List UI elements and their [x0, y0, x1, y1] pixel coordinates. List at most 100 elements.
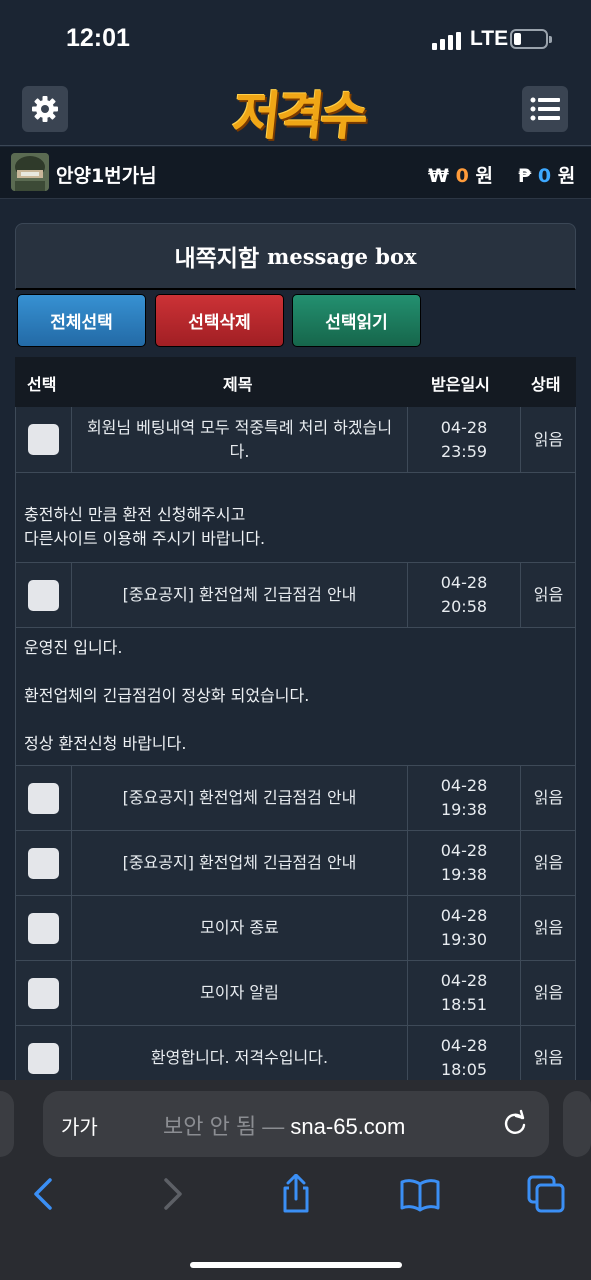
row-checkbox[interactable] [28, 579, 59, 611]
menu-button[interactable] [522, 86, 568, 132]
received-date: 04-28 [440, 971, 488, 990]
table-row[interactable]: [중요공지] 환전업체 긴급점검 안내 04-28 19:38 읽음 [15, 766, 576, 831]
delete-selected-button[interactable]: 선택삭제 [155, 294, 284, 347]
received-date: 04-28 [440, 573, 488, 592]
message-title[interactable]: [중요공지] 환전업체 긴급점검 안내 [72, 563, 408, 627]
row-checkbox[interactable] [28, 912, 59, 944]
message-body: 운영진 입니다. 환전업체의 긴급점검이 정상화 되었습니다. 정상 환전신청 … [15, 628, 576, 766]
table-header: 선택 제목 받은일시 상태 [15, 357, 576, 407]
read-status: 읽음 [533, 429, 564, 449]
back-icon[interactable] [24, 1174, 64, 1214]
next-tab-card[interactable] [563, 1091, 591, 1157]
col-title: 제목 [223, 375, 253, 394]
won-unit: 원 [475, 165, 493, 187]
read-status: 읽음 [533, 585, 564, 604]
received-datetime: 04-28 19:30 [408, 896, 521, 960]
table-row[interactable]: 모이자 알림 04-28 18:51 읽음 [15, 961, 576, 1026]
bookmarks-icon[interactable] [400, 1174, 440, 1214]
text-size-button[interactable]: 가가 [61, 1111, 98, 1140]
status-bar: 12:01 LTE [0, 0, 591, 72]
read-status: 읽음 [533, 1048, 564, 1067]
settings-button[interactable] [22, 86, 68, 132]
row-select-cell [16, 896, 72, 960]
received-datetime: 04-28 18:51 [408, 961, 521, 1025]
row-select-cell [16, 563, 72, 627]
message-body: 충전하신 만큼 환전 신청해주시고 다른사이트 이용해 주시기 바랍니다. [15, 473, 576, 563]
received-datetime: 04-28 23:59 [408, 407, 521, 472]
received-datetime: 04-28 20:58 [408, 563, 521, 627]
col-select: 선택 [27, 375, 57, 394]
read-status: 읽음 [533, 983, 564, 1002]
message-box-panel: 내쪽지함 message box 전체선택 선택삭제 선택읽기 선택 제목 받은… [15, 223, 576, 1083]
read-status: 읽음 [533, 788, 564, 807]
received-time: 19:38 [440, 865, 488, 884]
soldier-avatar-icon [11, 153, 49, 191]
col-status: 상태 [531, 375, 561, 394]
received-date: 04-28 [440, 417, 488, 437]
user-info-bar: 안양1번가님 ₩ 0 원 ₱ 0 원 [0, 147, 591, 199]
avatar[interactable] [11, 153, 49, 191]
reload-icon[interactable] [501, 1109, 529, 1137]
read-selected-button[interactable]: 선택읽기 [292, 294, 421, 347]
message-title[interactable]: 모이자 알림 [72, 961, 408, 1025]
network-label: LTE [470, 27, 509, 50]
url-domain: sna-65.com [290, 1114, 406, 1139]
share-icon[interactable] [276, 1174, 316, 1214]
received-time: 19:38 [440, 800, 488, 819]
username: 안양1번가님 [56, 165, 157, 187]
point-balance: ₱ 0 원 [518, 161, 575, 188]
received-date: 04-28 [440, 776, 488, 795]
row-checkbox[interactable] [28, 847, 59, 879]
received-date: 04-28 [440, 841, 488, 860]
row-checkbox[interactable] [28, 782, 59, 814]
table-row[interactable]: 환영합니다. 저격수입니다. 04-28 18:05 읽음 [15, 1026, 576, 1083]
select-all-button[interactable]: 전체선택 [17, 294, 146, 347]
table-row[interactable]: 회원님 베팅내역 모두 적중특례 처리 하겠습니다. 04-28 23:59 읽음 [15, 407, 576, 473]
col-received[interactable]: 받은일시 [431, 371, 490, 395]
tabs-icon[interactable] [526, 1174, 566, 1214]
received-datetime: 04-28 19:38 [408, 766, 521, 830]
address-bar[interactable]: 가가 보안 안 됨 — sna-65.com [43, 1091, 549, 1157]
read-status: 읽음 [533, 853, 564, 872]
won-symbol: ₩ [428, 165, 449, 187]
row-select-cell [16, 407, 72, 472]
message-title[interactable]: [중요공지] 환전업체 긴급점검 안내 [72, 831, 408, 895]
received-time: 19:30 [440, 930, 488, 949]
read-status: 읽음 [533, 918, 564, 937]
prev-tab-card[interactable] [0, 1091, 14, 1157]
home-indicator[interactable] [190, 1262, 402, 1268]
received-time: 20:58 [440, 597, 488, 616]
row-checkbox[interactable] [28, 977, 59, 1009]
point-symbol: ₱ [518, 165, 532, 187]
row-select-cell [16, 766, 72, 830]
row-checkbox[interactable] [28, 1042, 59, 1074]
message-title[interactable]: [중요공지] 환전업체 긴급점검 안내 [72, 766, 408, 830]
app-header: 저격수 [0, 72, 591, 147]
forward-icon[interactable] [152, 1174, 192, 1214]
signal-icon [432, 32, 461, 50]
message-title[interactable]: 모이자 종료 [72, 896, 408, 960]
message-title[interactable]: 회원님 베팅내역 모두 적중특례 처리 하겠습니다. [72, 407, 408, 472]
table-row[interactable]: [중요공지] 환전업체 긴급점검 안내 04-28 19:38 읽음 [15, 831, 576, 896]
received-datetime: 04-28 19:38 [408, 831, 521, 895]
won-balance: ₩ 0 원 [428, 161, 493, 188]
message-title[interactable]: 환영합니다. 저격수입니다. [72, 1026, 408, 1083]
page-title-ko: 내쪽지함 [174, 246, 260, 272]
url-text: 보안 안 됨 — sna-65.com [163, 1109, 405, 1141]
received-time: 18:05 [440, 1060, 488, 1079]
row-checkbox[interactable] [28, 424, 59, 455]
row-select-cell [16, 1026, 72, 1083]
site-logo[interactable]: 저격수 [200, 76, 397, 147]
won-value: 0 [455, 165, 469, 187]
gear-icon [32, 96, 58, 122]
battery-icon [510, 29, 552, 49]
point-unit: 원 [557, 165, 576, 187]
table-row[interactable]: [중요공지] 환전업체 긴급점검 안내 04-28 20:58 읽음 [15, 563, 576, 628]
table-row[interactable]: 모이자 종료 04-28 19:30 읽음 [15, 896, 576, 961]
point-value: 0 [537, 165, 552, 187]
list-menu-icon [530, 97, 560, 121]
message-list: 회원님 베팅내역 모두 적중특례 처리 하겠습니다. 04-28 23:59 읽음 충전… [15, 407, 576, 1083]
url-security-label: 보안 안 됨 — [163, 1114, 291, 1139]
action-buttons: 전체선택 선택삭제 선택읽기 [15, 290, 576, 357]
received-date: 04-28 [440, 1036, 488, 1055]
